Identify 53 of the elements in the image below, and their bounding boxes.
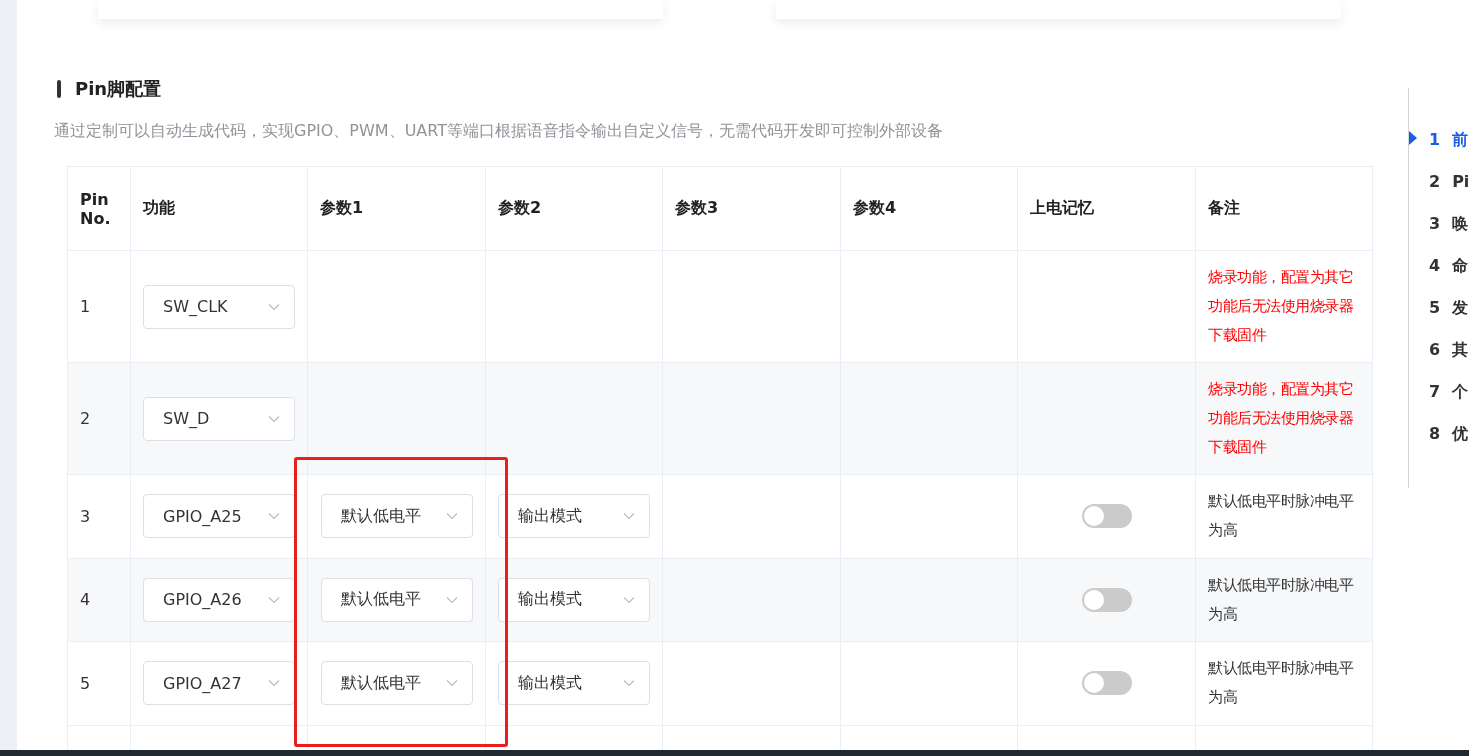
- chevron-down-icon: [268, 679, 280, 688]
- dropdown[interactable]: 默认低电平: [321, 577, 473, 622]
- chevron-down-icon: [623, 679, 635, 688]
- dropdown[interactable]: SW_D: [143, 396, 295, 441]
- toggle-switch[interactable]: [1081, 587, 1132, 612]
- section-title: Pin脚配置: [75, 77, 162, 101]
- column-header: 参数1: [308, 167, 486, 251]
- column-header: 参数4: [841, 167, 1018, 251]
- dropdown[interactable]: 默认低电平: [321, 494, 473, 539]
- chevron-down-icon: [268, 414, 280, 423]
- dropdown[interactable]: GPIO_A25: [143, 494, 295, 539]
- toggle-switch[interactable]: [1081, 504, 1132, 529]
- table-cell: 2: [68, 363, 131, 475]
- toggle-switch[interactable]: [1081, 671, 1132, 696]
- column-header: 参数2: [486, 167, 663, 251]
- note-text: 默认低电平时脉冲电平为高: [1208, 574, 1355, 625]
- chevron-down-icon: [268, 595, 280, 604]
- toc-item[interactable]: 4 命: [1429, 255, 1469, 277]
- dropdown[interactable]: 输出模式: [498, 494, 650, 539]
- toc-item[interactable]: 5 发: [1429, 297, 1469, 319]
- note-text: 烧录功能，配置为其它功能后无法使用烧录器下载固件: [1208, 379, 1354, 458]
- toc-item[interactable]: 7 个: [1429, 381, 1469, 403]
- table-cell: 4: [68, 558, 131, 642]
- table-cell: 5: [68, 642, 131, 726]
- dropdown[interactable]: SW_CLK: [143, 284, 295, 329]
- column-header: 备注: [1196, 167, 1373, 251]
- chevron-down-icon: [623, 595, 635, 604]
- dropdown[interactable]: 输出模式: [498, 661, 650, 706]
- section-description: 通过定制可以自动生成代码，实现GPIO、PWM、UART等端口根据语音指令输出自定义信号，无需代码开发即可控制外部设备: [54, 121, 944, 142]
- chevron-down-icon: [623, 512, 635, 521]
- column-header: Pin No.: [68, 167, 131, 251]
- dropdown[interactable]: 输出模式: [498, 577, 650, 622]
- chevron-down-icon: [446, 512, 458, 521]
- toc-item[interactable]: 1 前: [1429, 129, 1469, 151]
- toc-item[interactable]: 6 其: [1429, 339, 1469, 361]
- toc-item[interactable]: 8 优: [1429, 423, 1469, 445]
- note-text: 烧录功能，配置为其它功能后无法使用烧录器下载固件: [1208, 267, 1354, 346]
- chevron-down-icon: [268, 512, 280, 521]
- chevron-down-icon: [446, 595, 458, 604]
- column-header: 参数3: [663, 167, 841, 251]
- dropdown[interactable]: GPIO_A27: [143, 661, 295, 706]
- chevron-down-icon: [446, 679, 458, 688]
- toc-item[interactable]: 3 唤: [1429, 213, 1469, 235]
- column-header: 上电记忆: [1018, 167, 1196, 251]
- table-cell: 3: [68, 475, 131, 559]
- dropdown[interactable]: 默认低电平: [321, 661, 473, 706]
- chevron-down-icon: [268, 302, 280, 311]
- heading-marker: [57, 80, 61, 98]
- toc-item[interactable]: 2 Pi: [1429, 171, 1469, 193]
- column-header: 功能: [131, 167, 308, 251]
- note-text: 默认低电平时脉冲电平为高: [1208, 491, 1355, 542]
- note-text: 默认低电平时脉冲电平为高: [1208, 658, 1355, 709]
- dropdown[interactable]: GPIO_A26: [143, 577, 295, 622]
